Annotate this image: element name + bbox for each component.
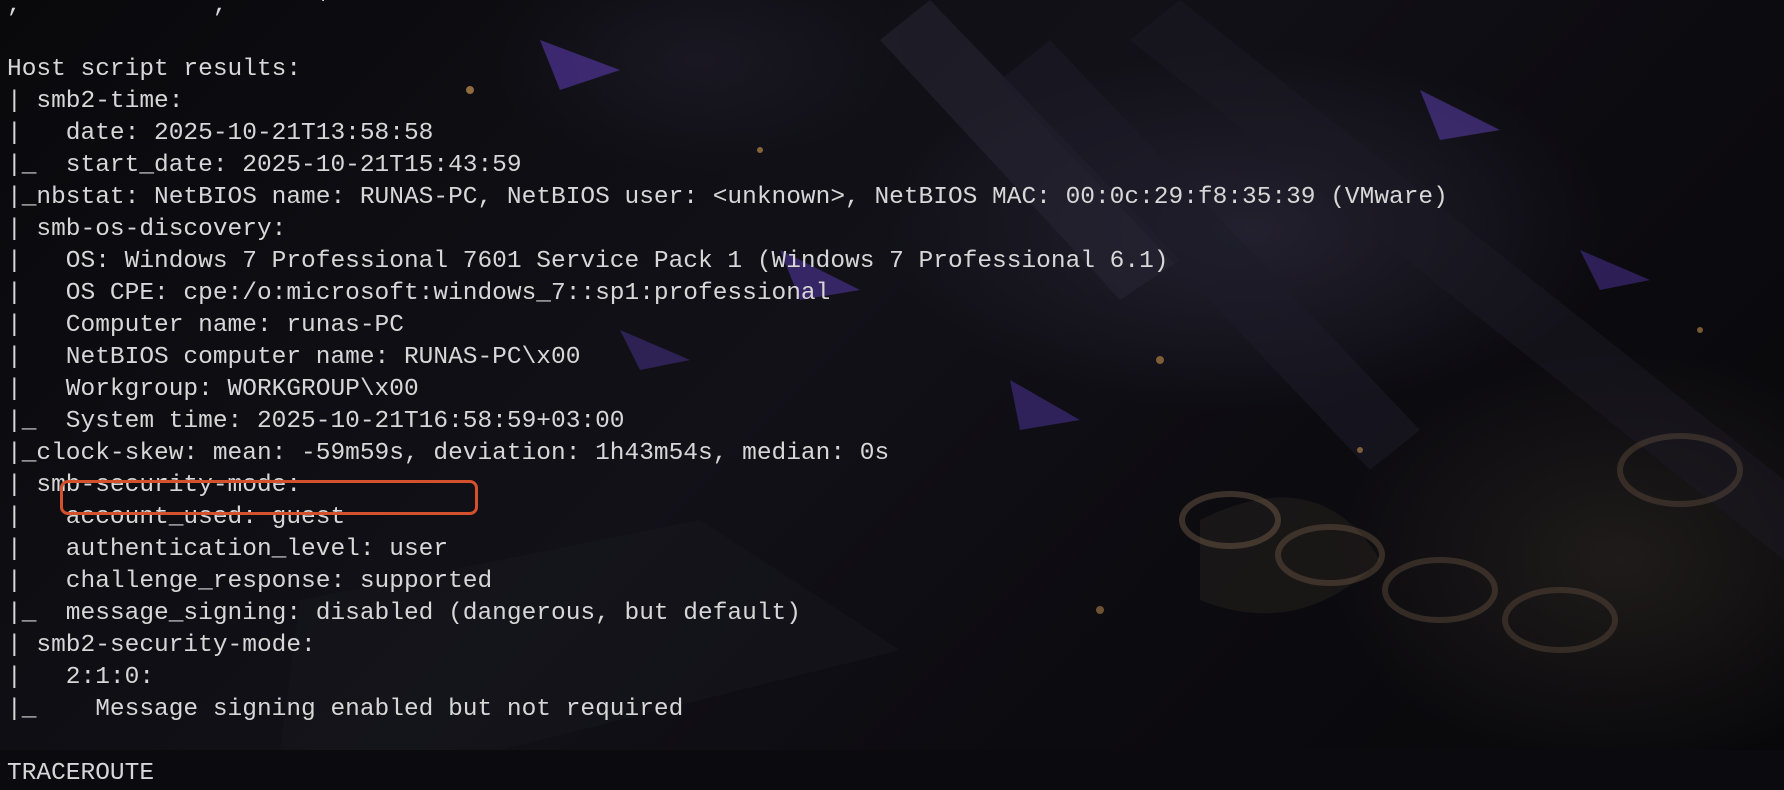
terminal-line: | OS: Windows 7 Professional 7601 Servic… [7,248,1169,275]
terminal-line: |_nbstat: NetBIOS name: RUNAS-PC, NetBIO… [7,184,1448,211]
terminal-line: |_ Message signing enabled but not requi… [7,696,684,723]
terminal-line: |_clock-skew: mean: -59m59s, deviation: … [7,440,890,467]
terminal-line: | challenge_response: supported [7,568,493,595]
terminal-line: | authentication_level: user [7,536,449,563]
terminal-line: | NetBIOS computer name: RUNAS-PC\x00 [7,344,581,371]
terminal-line: | OS CPE: cpe:/o:microsoft:windows_7::sp… [7,280,831,307]
terminal-line: | Computer name: runas-PC [7,312,404,339]
terminal-line: | smb-os-discovery: [7,216,287,243]
terminal-line: | smb2-security-mode: [7,632,316,659]
terminal-line: | 2:1:0: [7,664,155,691]
terminal-line: | smb2-time: [7,88,184,115]
terminal-line: Host script results: [7,56,302,83]
terminal-line: | Workgroup: WORKGROUP\x00 [7,376,419,403]
terminal-line: |_ start_date: 2025-10-21T15:43:59 [7,152,522,179]
terminal-line: , , ' [7,0,331,19]
terminal-line: |_ System time: 2025-10-21T16:58:59+03:0… [7,408,625,435]
terminal-line: TRACEROUTE [7,760,155,787]
terminal-output: , , ' Host script results: | smb2-time: | d… [7,0,1448,790]
terminal-line: |_ message_signing: disabled (dangerous,… [7,600,801,627]
annotation-highlight-box [60,480,478,515]
terminal-line: | date: 2025-10-21T13:58:58 [7,120,434,147]
